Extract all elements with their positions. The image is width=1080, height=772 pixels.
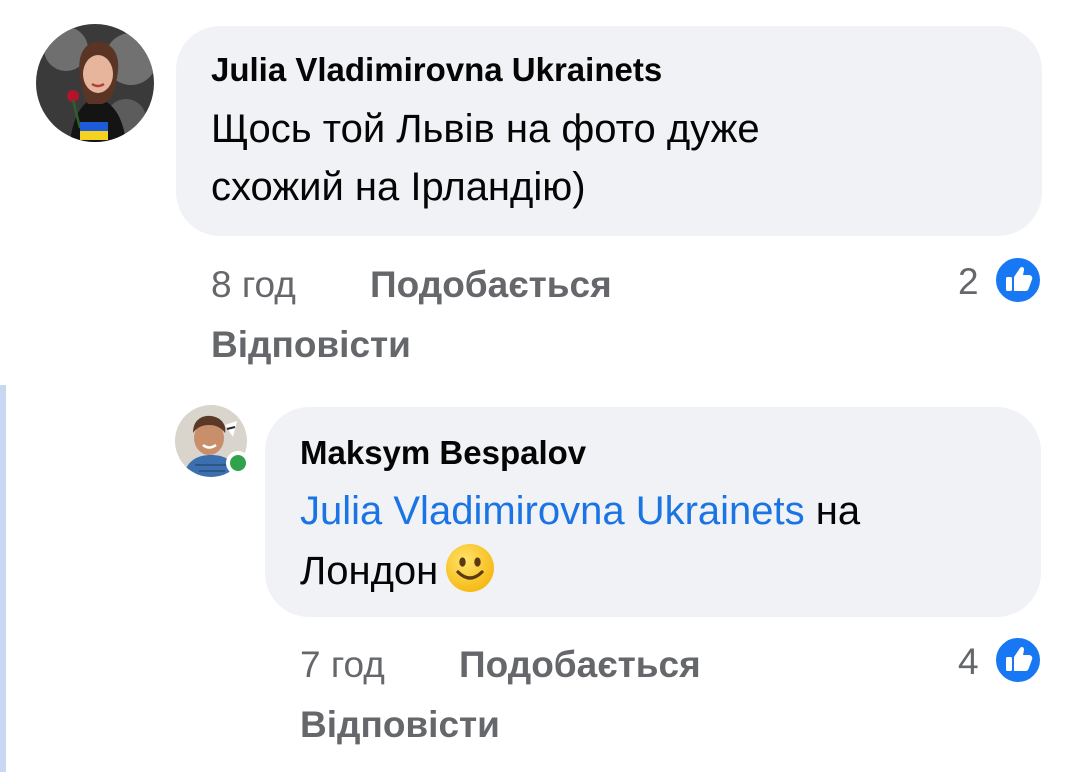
comment-text: Лондон bbox=[300, 542, 496, 600]
comment-text-segment: Лондон bbox=[300, 549, 439, 593]
reply-button[interactable]: Відповісти bbox=[211, 325, 411, 365]
like-button[interactable]: Подобається bbox=[370, 265, 612, 305]
like-reaction-icon[interactable] bbox=[993, 635, 1043, 685]
like-button[interactable]: Подобається bbox=[459, 645, 701, 685]
comment-timestamp[interactable]: 7 год bbox=[300, 645, 385, 685]
comment-text: схожий на Ірландію) bbox=[211, 165, 586, 209]
reaction-count[interactable]: 4 bbox=[958, 642, 979, 682]
avatar[interactable] bbox=[36, 24, 154, 142]
comment-text-segment: на bbox=[815, 489, 861, 533]
comment-timestamp[interactable]: 8 год bbox=[211, 265, 296, 305]
online-status-indicator bbox=[226, 451, 250, 475]
slightly-smiling-face-icon bbox=[444, 542, 496, 594]
like-reaction-icon[interactable] bbox=[993, 255, 1043, 305]
reply-button[interactable]: Відповісти bbox=[300, 705, 500, 745]
reply-thread-line bbox=[0, 385, 6, 772]
comment-author[interactable]: Julia Vladimirovna Ukrainets bbox=[211, 52, 662, 88]
comment-text: Щось той Львів на фото дуже bbox=[211, 107, 760, 151]
comment-text: Julia Vladimirovna Ukrainets на bbox=[300, 482, 860, 540]
mention-link[interactable]: Julia Vladimirovna Ukrainets bbox=[300, 489, 805, 533]
reaction-count[interactable]: 2 bbox=[958, 262, 979, 302]
comment-author[interactable]: Maksym Bespalov bbox=[300, 435, 586, 471]
